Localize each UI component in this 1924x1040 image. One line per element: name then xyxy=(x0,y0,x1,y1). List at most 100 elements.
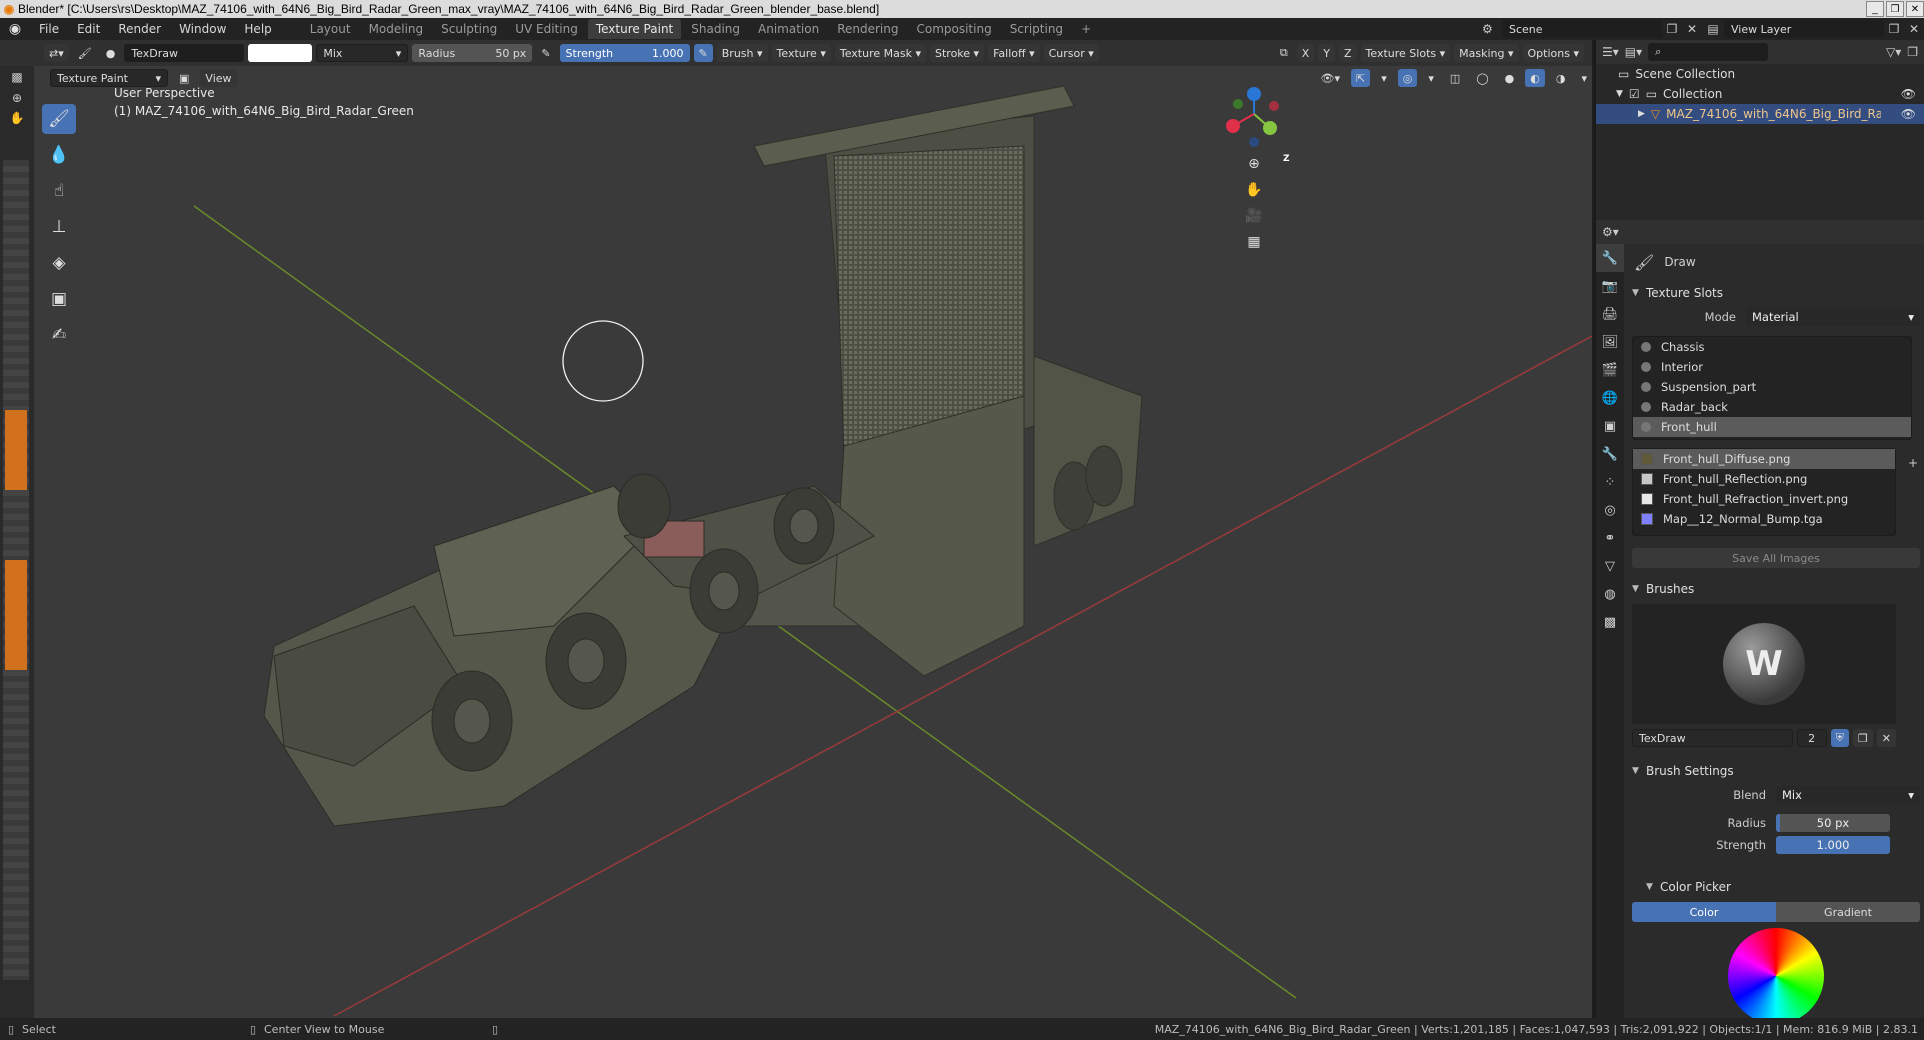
overlay-dropdown-icon[interactable]: ▾ xyxy=(1423,69,1439,87)
constraints-tab-icon[interactable]: ⚭ xyxy=(1596,524,1624,552)
gizmo-toggle-icon[interactable]: ⇱ xyxy=(1351,69,1371,87)
blend-select[interactable]: Mix ▾ xyxy=(1776,786,1920,804)
menu-edit[interactable]: Edit xyxy=(68,18,109,40)
save-all-images-button[interactable]: Save All Images xyxy=(1632,548,1920,568)
tab-shading[interactable]: Shading xyxy=(683,19,748,39)
menu-file[interactable]: File xyxy=(30,18,68,40)
texture-slots-mode-select[interactable]: Material ▾ xyxy=(1746,308,1920,326)
gizmo-dropdown-icon[interactable]: ▾ xyxy=(1376,69,1392,87)
smear-tool-icon[interactable]: ☝ xyxy=(42,176,76,206)
tab-animation[interactable]: Animation xyxy=(750,19,827,39)
menu-stroke[interactable]: Stroke ▾ xyxy=(930,44,985,62)
grid-icon[interactable]: ▩ xyxy=(0,66,34,88)
strength-slider[interactable]: Strength 1.000 xyxy=(559,44,690,62)
menu-render[interactable]: Render xyxy=(109,18,170,40)
mask-tool-icon[interactable]: ▣ xyxy=(42,284,76,314)
radius-pressure-icon[interactable]: ✎ xyxy=(536,44,555,62)
brush-name-input[interactable]: TexDraw xyxy=(1632,729,1793,747)
draw-tool-icon[interactable]: 🖌 xyxy=(42,104,76,134)
delete-scene-icon[interactable]: ✕ xyxy=(1682,22,1702,36)
close-button[interactable]: ✕ xyxy=(1906,1,1924,17)
material-slot-item-selected[interactable]: Front_hull xyxy=(1633,417,1911,437)
material-shading-icon[interactable]: ◐ xyxy=(1525,69,1545,87)
filter-icon[interactable]: ▽▾ xyxy=(1886,45,1901,59)
image-slot-item[interactable]: Front_hull_Reflection.png xyxy=(1633,469,1895,489)
physics-tab-icon[interactable]: ◎ xyxy=(1596,496,1624,524)
tab-modeling[interactable]: Modeling xyxy=(361,19,432,39)
display-mode-icon[interactable]: ▤▾ xyxy=(1625,45,1642,59)
zoom-icon[interactable]: ⊕ xyxy=(0,88,34,108)
hand-icon[interactable]: ✋ xyxy=(0,108,34,128)
wireframe-shading-icon[interactable]: ◯ xyxy=(1471,69,1493,87)
tool-tab-icon[interactable]: 🔧 xyxy=(1596,244,1624,272)
brushes-panel-header[interactable]: ▼ Brushes xyxy=(1626,576,1924,602)
image-slot-item[interactable]: Map__12_Normal_Bump.tga xyxy=(1633,509,1895,529)
material-slot-item[interactable]: Chassis xyxy=(1633,337,1911,357)
zoom-view-icon[interactable]: ⊕ xyxy=(1242,152,1266,176)
mirror-z-toggle[interactable]: Z xyxy=(1338,44,1357,62)
brush-dot-icon[interactable]: ● xyxy=(101,44,121,62)
menu-window[interactable]: Window xyxy=(170,18,235,40)
view-layer-selector[interactable]: View Layer xyxy=(1724,20,1884,38)
visibility-icon[interactable]: 👁▾ xyxy=(1316,69,1346,87)
pan-view-icon[interactable]: ✋ xyxy=(1242,178,1266,202)
view-layer-tab-icon[interactable]: 🖼 xyxy=(1596,328,1624,356)
ortho-view-icon[interactable]: ▦ xyxy=(1242,230,1266,254)
color-picker-panel-header[interactable]: ▼ Color Picker xyxy=(1626,874,1924,900)
annotate-tool-icon[interactable]: ✍ xyxy=(42,320,76,350)
tab-compositing[interactable]: Compositing xyxy=(908,19,999,39)
xray-icon[interactable]: ◫ xyxy=(1445,69,1465,87)
image-slot-item[interactable]: Front_hull_Refraction_invert.png xyxy=(1633,489,1895,509)
brush-user-count[interactable]: 2 xyxy=(1796,729,1827,747)
eye-icon[interactable]: 👁 xyxy=(1901,87,1916,101)
material-slot-item[interactable]: Interior xyxy=(1633,357,1911,377)
fake-user-shield-icon[interactable]: ⛨ xyxy=(1830,729,1849,747)
material-slot-item[interactable]: Suspension_part xyxy=(1633,377,1911,397)
properties-editor-icon[interactable]: ⚙▾ xyxy=(1602,225,1619,239)
outliner-search-input[interactable]: ⌕ xyxy=(1648,43,1769,61)
menu-falloff[interactable]: Falloff ▾ xyxy=(988,44,1040,62)
brush-icon[interactable]: 🖌 xyxy=(73,44,97,62)
clone-tool-icon[interactable]: ⊥ xyxy=(42,212,76,242)
strength-field[interactable]: 1.000 xyxy=(1776,836,1890,854)
menu-options[interactable]: Options ▾ xyxy=(1522,44,1584,62)
tab-uv-editing[interactable]: UV Editing xyxy=(507,19,586,39)
menu-brush[interactable]: Brush ▾ xyxy=(716,44,768,62)
expand-arrow-icon[interactable]: ▼ xyxy=(1616,89,1623,99)
radius-slider[interactable]: Radius 50 px xyxy=(412,44,533,62)
render-tab-icon[interactable]: 📷 xyxy=(1596,272,1624,300)
minimize-button[interactable]: _ xyxy=(1866,1,1884,17)
outliner-scene-collection[interactable]: ▭ Scene Collection xyxy=(1596,64,1924,84)
menu-cursor[interactable]: Cursor ▾ xyxy=(1043,44,1099,62)
mirror-y-toggle[interactable]: Y xyxy=(1318,44,1335,62)
unlink-brush-icon[interactable]: ✕ xyxy=(1876,729,1896,747)
tab-color[interactable]: Color xyxy=(1632,902,1776,922)
overlay-toggle-icon[interactable]: ◎ xyxy=(1397,69,1418,87)
tab-gradient[interactable]: Gradient xyxy=(1776,902,1920,922)
shading-dropdown-icon[interactable]: ▾ xyxy=(1576,69,1592,87)
menu-masking[interactable]: Masking ▾ xyxy=(1454,44,1519,62)
3d-viewport[interactable]: Z User Perspective (1) MAZ_74106_with_64… xyxy=(34,66,1592,1018)
brush-preview[interactable]: W xyxy=(1632,604,1896,724)
camera-view-icon[interactable]: 🎥 xyxy=(1242,204,1266,228)
image-slot-item-selected[interactable]: Front_hull_Diffuse.png xyxy=(1633,449,1895,469)
image-icon[interactable]: ▣ xyxy=(174,69,194,87)
symmetry-icon[interactable]: ⧉ xyxy=(1275,44,1293,62)
tool-settings-icon[interactable]: ⇄▾ xyxy=(44,44,69,62)
delete-view-layer-icon[interactable]: ✕ xyxy=(1904,22,1924,36)
tab-scripting[interactable]: Scripting xyxy=(1002,19,1071,39)
scene-tab-icon[interactable]: 🎬 xyxy=(1596,356,1624,384)
tab-rendering[interactable]: Rendering xyxy=(829,19,906,39)
eye-icon[interactable]: 👁 xyxy=(1901,107,1916,121)
menu-view[interactable]: View xyxy=(200,69,237,87)
add-workspace-button[interactable]: + xyxy=(1073,19,1099,39)
data-tab-icon[interactable]: ▽ xyxy=(1596,552,1624,580)
texture-tab-icon[interactable]: ▩ xyxy=(1596,608,1624,636)
menu-texture-slots[interactable]: Texture Slots ▾ xyxy=(1360,44,1451,62)
outliner-collection[interactable]: ▼ ☑ ▭ Collection 👁 xyxy=(1596,84,1924,104)
mirror-x-toggle[interactable]: X xyxy=(1296,44,1315,62)
expand-arrow-icon[interactable]: ▶ xyxy=(1638,109,1645,119)
blender-menu-icon[interactable]: ◉ xyxy=(0,18,30,40)
color-wheel[interactable] xyxy=(1728,928,1824,1018)
navigation-gizmo[interactable] xyxy=(1226,87,1279,147)
